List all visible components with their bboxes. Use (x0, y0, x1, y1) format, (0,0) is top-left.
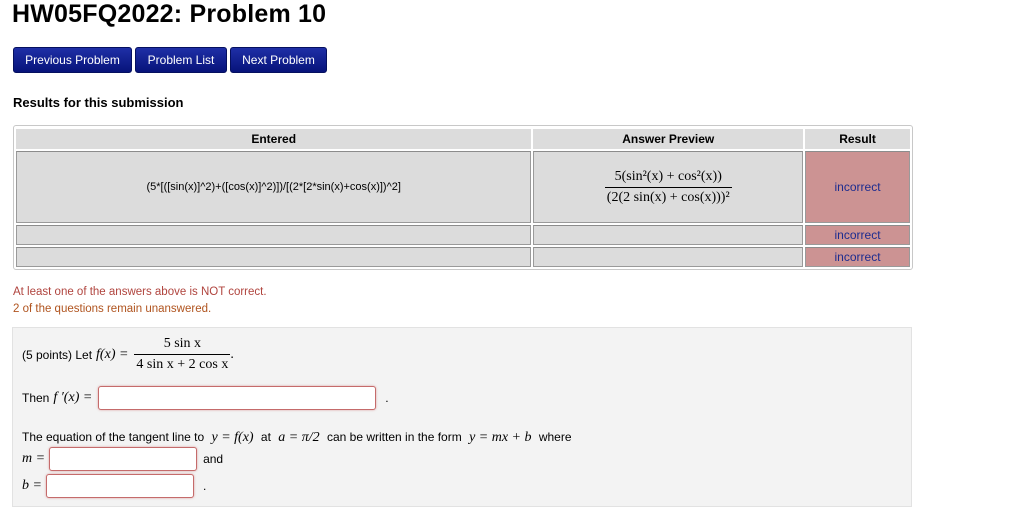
intercept-label: b = (22, 478, 42, 493)
tangent-line-statement: The equation of the tangent line to y = … (22, 430, 572, 446)
points-label: (5 points) Let (22, 347, 93, 362)
statement-period: . (230, 346, 234, 362)
tangent-math-curve: y = f(x) (211, 430, 254, 445)
preview-denominator: (2(2 sin(x) + cos(x)))² (604, 186, 732, 206)
preview-fraction: 5(sin²(x) + cos²(x)) (2(2 sin(x) + cos(x… (604, 168, 732, 206)
tangent-text: The equation of the tangent line to (22, 430, 205, 444)
and-label: and (203, 452, 224, 466)
problem-body: (5 points) Let f(x) = 5 sin x 4 sin x + … (12, 327, 912, 507)
table-row: incorrect (16, 225, 910, 245)
unanswered-message: 2 of the questions remain unanswered. (13, 303, 212, 315)
entered-cell: (5*[([sin(x)]^2)+([cos(x)]^2)])/[(2*[2*s… (16, 151, 532, 223)
derivative-lhs: f ′(x) = (53, 390, 93, 405)
derivative-line: Then f ′(x) = . (22, 386, 389, 410)
results-heading: Results for this submission (13, 95, 184, 110)
column-header-entered: Entered (16, 128, 532, 149)
intercept-period: . (202, 479, 207, 493)
function-fraction: 5 sin x 4 sin x + 2 cos x (134, 336, 231, 373)
result-cell: incorrect (805, 151, 910, 223)
entered-cell (16, 225, 532, 245)
entered-cell (16, 247, 532, 267)
column-header-result: Result (805, 128, 910, 149)
function-lhs: f(x) = (96, 346, 129, 362)
problem-nav: Previous Problem Problem List Next Probl… (13, 47, 327, 73)
tangent-math-form: y = mx + b (469, 430, 532, 445)
function-numerator: 5 sin x (163, 336, 202, 351)
column-header-answer-preview: Answer Preview (533, 128, 804, 149)
tangent-text: at (260, 430, 271, 444)
previous-problem-button[interactable]: Previous Problem (13, 47, 132, 73)
answer-preview-cell (533, 247, 804, 267)
result-cell: incorrect (805, 247, 910, 267)
derivative-answer-input[interactable] (98, 386, 377, 410)
function-denominator: 4 sin x + 2 cos x (134, 354, 231, 373)
table-row: incorrect (16, 247, 910, 267)
page-title: HW05FQ2022: Problem 10 (12, 0, 327, 28)
results-header-row: Entered Answer Preview Result (16, 128, 910, 149)
problem-statement: (5 points) Let f(x) = 5 sin x 4 sin x + … (22, 336, 234, 373)
answer-preview-cell: 5(sin²(x) + cos²(x)) (2(2 sin(x) + cos(x… (533, 151, 804, 223)
intercept-answer-input[interactable] (45, 474, 194, 498)
not-correct-message: At least one of the answers above is NOT… (13, 286, 267, 298)
result-cell: incorrect (805, 225, 910, 245)
intercept-line: b = . (22, 474, 206, 498)
slope-label: m = (22, 451, 46, 466)
next-problem-button[interactable]: Next Problem (230, 47, 327, 73)
then-label: Then (22, 391, 50, 405)
answer-preview-cell (533, 225, 804, 245)
tangent-text: where (538, 430, 572, 444)
slope-answer-input[interactable] (49, 447, 198, 471)
preview-numerator: 5(sin²(x) + cos²(x)) (614, 168, 722, 184)
slope-line: m = and (22, 447, 223, 471)
tangent-math-point: a = π/2 (278, 430, 320, 445)
results-table: Entered Answer Preview Result (5*[([sin(… (13, 125, 913, 270)
table-row: (5*[([sin(x)]^2)+([cos(x)]^2)])/[(2*[2*s… (16, 151, 910, 223)
derivative-period: . (385, 391, 389, 405)
problem-list-button[interactable]: Problem List (135, 47, 227, 73)
tangent-text: can be written in the form (326, 430, 462, 444)
